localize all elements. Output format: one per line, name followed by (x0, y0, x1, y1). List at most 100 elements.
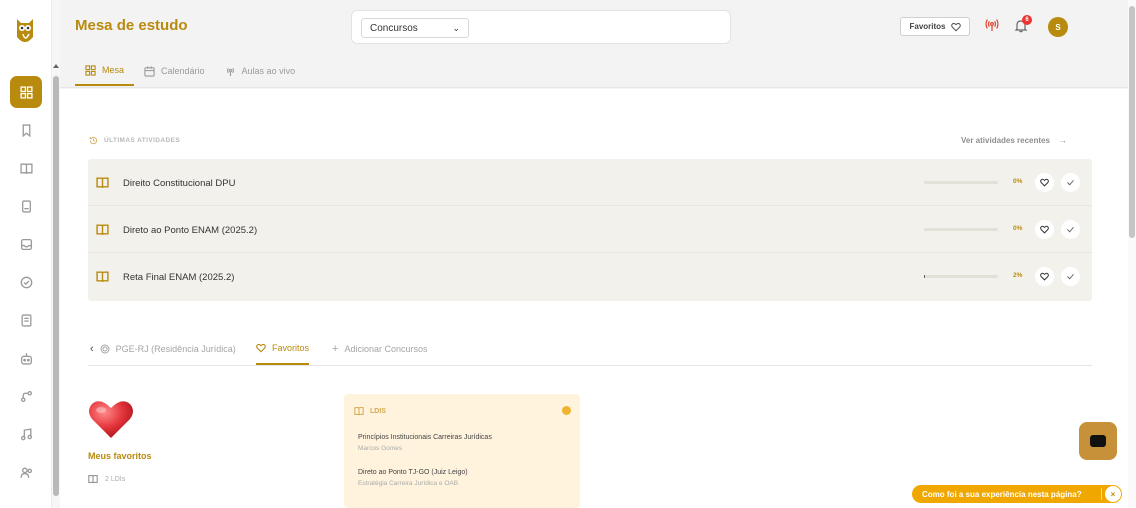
book-open-icon (88, 475, 98, 484)
sidebar-item-assistant[interactable] (10, 342, 42, 374)
broadcast-icon (226, 67, 234, 76)
ldi-title: Princípios Institucionais Carreiras Jurí… (358, 434, 492, 441)
scroll-up-arrow-icon[interactable] (53, 64, 59, 68)
tab-label: Mesa (102, 65, 125, 75)
sidebar-item-notebook[interactable] (10, 190, 42, 222)
sidebar-item-documents[interactable] (10, 304, 42, 336)
tab-label: Aulas ao vivo (241, 66, 296, 76)
tab-favoritos[interactable]: Favoritos (256, 343, 310, 365)
plus-icon: + (332, 343, 339, 355)
page-scroll-thumb[interactable] (1129, 6, 1135, 238)
activity-title[interactable]: Direito Constitucional DPU (123, 178, 235, 189)
list-item[interactable]: Direto ao Ponto TJ-GO (Juiz Leigo) Estra… (358, 469, 468, 487)
tab-aulas-ao-vivo[interactable]: Aulas ao vivo (215, 56, 306, 86)
ldi-card-header-label: LDIS (370, 407, 386, 415)
favorites-button[interactable]: Favoritos (900, 17, 970, 36)
arrow-right-icon: → (1058, 136, 1067, 145)
calendar-icon (144, 65, 155, 77)
activity-title[interactable]: Reta Final ENAM (2025.2) (123, 272, 234, 283)
live-broadcast-icon[interactable] (985, 18, 999, 32)
notification-badge: 6 (1022, 15, 1032, 25)
activity-row[interactable]: Direto ao Ponto ENAM (2025.2) 0% (88, 206, 1092, 253)
sidebar-scrollbar[interactable] (52, 64, 60, 508)
main-content: ÚLTIMAS ATIVIDADES Ver atividades recent… (60, 89, 1128, 508)
feedback-banner[interactable]: Como foi a sua experiência nesta página?… (912, 485, 1122, 503)
tab-label: Calendário (161, 66, 205, 76)
chevron-down-icon: ⌄ (452, 23, 460, 33)
chevron-left-icon[interactable]: ‹ (90, 343, 94, 355)
ldi-author: Marcos Gomes (358, 445, 403, 452)
sidebar-item-books[interactable] (10, 152, 42, 184)
page-scrollbar[interactable] (1128, 0, 1136, 508)
close-icon[interactable]: × (1105, 486, 1121, 502)
favorite-button[interactable] (1035, 220, 1054, 239)
contest-select-value: Concursos (370, 23, 418, 34)
chat-button[interactable] (1079, 422, 1117, 460)
favorites-button-label: Favoritos (909, 22, 946, 31)
see-recent-label: Ver atividades recentes (961, 136, 1050, 145)
activities-heading-label: ÚLTIMAS ATIVIDADES (104, 137, 181, 144)
activity-title[interactable]: Direto ao Ponto ENAM (2025.2) (123, 225, 257, 236)
book-open-icon (96, 271, 109, 282)
add-contest-button[interactable]: + Adicionar Concursos (332, 343, 427, 355)
tab-contest-pge-rj[interactable]: ‹ PGE-RJ (Residência Jurídica) (90, 343, 236, 355)
progress-bar (924, 228, 998, 231)
list-item[interactable]: Princípios Institucionais Carreiras Jurí… (358, 434, 492, 452)
complete-button[interactable] (1061, 267, 1080, 286)
contest-tabs: ‹ PGE-RJ (Residência Jurídica) Favoritos… (88, 333, 1092, 366)
bookmark-icon (22, 123, 30, 137)
status-dot (562, 406, 571, 415)
activity-row[interactable]: Reta Final ENAM (2025.2) 2% (88, 253, 1092, 300)
heart-outline-icon (950, 22, 961, 31)
add-contest-label: Adicionar Concursos (344, 344, 428, 354)
book-open-icon (96, 224, 109, 235)
sidebar (0, 0, 52, 508)
owl-logo-icon[interactable] (15, 17, 35, 47)
ldi-count-label: 2 LDIs (105, 475, 126, 483)
sidebar-item-routes[interactable] (10, 380, 42, 412)
heart-3d-icon (89, 401, 133, 438)
sidebar-item-bookmarks[interactable] (10, 114, 42, 146)
sidebar-item-inbox[interactable] (10, 228, 42, 260)
sidebar-item-audio[interactable] (10, 418, 42, 450)
sidebar-scroll-thumb[interactable] (53, 76, 59, 496)
contest-tab-label: PGE-RJ (Residência Jurídica) (115, 344, 236, 354)
complete-button[interactable] (1061, 173, 1080, 192)
heart-outline-icon (1040, 225, 1049, 234)
avatar[interactable]: S (1048, 17, 1068, 37)
grid-icon (85, 64, 96, 76)
favorite-button[interactable] (1035, 267, 1054, 286)
activity-row[interactable]: Direito Constitucional DPU 0% (88, 159, 1092, 206)
document-icon (21, 313, 31, 327)
my-favorites-title: Meus favoritos (88, 451, 152, 461)
main-tabs: Mesa Calendário Aulas ao vivo (75, 56, 305, 87)
favorite-button[interactable] (1035, 173, 1054, 192)
feedback-divider (1101, 488, 1102, 500)
ldi-card-header: LDIS (354, 406, 386, 416)
progress-bar (924, 181, 998, 184)
ldi-count: 2 LDIs (88, 474, 125, 484)
check-icon (1067, 226, 1074, 233)
tab-calendario[interactable]: Calendário (134, 56, 215, 86)
book-open-icon (96, 177, 109, 188)
progress-label: 0% (1013, 225, 1023, 232)
see-recent-activities-link[interactable]: Ver atividades recentes → (961, 136, 1067, 145)
sidebar-item-community[interactable] (10, 456, 42, 488)
tab-mesa[interactable]: Mesa (75, 56, 135, 86)
route-icon (20, 390, 32, 402)
contest-search-bar[interactable]: Concursos ⌄ (351, 10, 731, 44)
dashboard-icon (19, 85, 33, 99)
heart-outline-icon (1040, 272, 1049, 281)
sidebar-item-dashboard[interactable] (10, 76, 42, 108)
users-icon (19, 467, 32, 478)
chat-bubble-icon (1090, 435, 1106, 447)
inbox-icon (20, 238, 32, 250)
sidebar-item-tasks[interactable] (10, 266, 42, 298)
contest-select[interactable]: Concursos ⌄ (361, 18, 469, 38)
ldi-author: Estratégia Carreira Jurídica e OAB (358, 480, 459, 487)
complete-button[interactable] (1061, 220, 1080, 239)
history-icon (89, 136, 98, 145)
robot-icon (20, 352, 32, 365)
ldi-favorites-card[interactable]: LDIS Princípios Institucionais Carreiras… (344, 394, 580, 508)
ldi-title: Direto ao Ponto TJ-GO (Juiz Leigo) (358, 469, 468, 476)
